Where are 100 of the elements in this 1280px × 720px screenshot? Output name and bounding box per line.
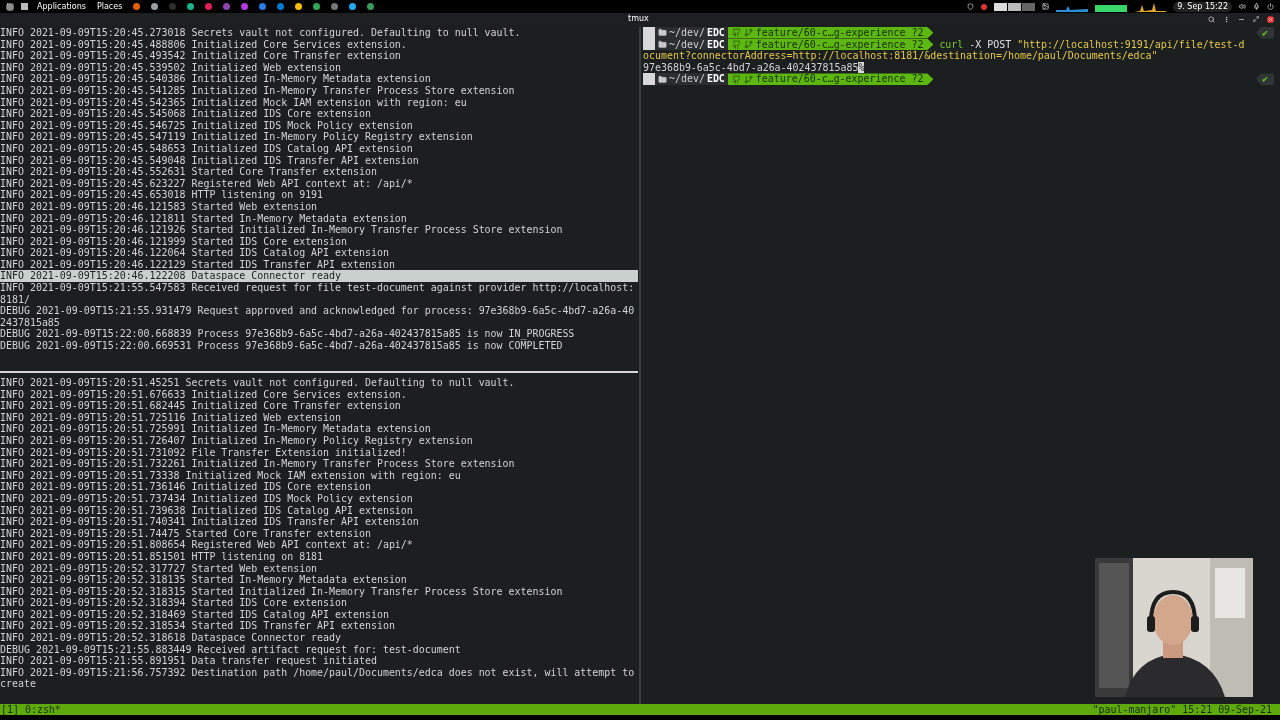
log-line: INFO 2021-09-09T15:20:45.549048 Initialized IDS Transfer API extension [0, 154, 420, 167]
log-line: INFO 2021-09-09T15:20:51.682445 Initialized Core Transfer extension [0, 400, 402, 412]
log-line: INFO 2021-09-09T15:20:51.732261 Initialized In-Memory Transfer Process Store extension [0, 458, 516, 470]
app-grid-icon[interactable] [6, 2, 14, 11]
window-list: [1] 0:zsh* [1, 703, 61, 716]
app-icon[interactable] [151, 3, 159, 10]
exit-status-segment: ✔ [1256, 73, 1274, 85]
git-branch-segment: feature/60-c…g-experience ?2 [727, 38, 934, 51]
log-line: INFO 2021-09-09T15:20:51.726407 Initialized In-Memory Policy Registry extension [0, 434, 474, 447]
log-line: INFO 2021-09-09T15:20:46.122064 Started IDS Catalog API extension [0, 247, 390, 259]
directory-segment: ~/dev/ EDC [655, 73, 728, 85]
branch-icon [743, 39, 753, 49]
microphone-icon[interactable] [1253, 3, 1260, 10]
log-line: INFO 2021-09-09T15:20:51.736146 Initialized IDS Core extension [0, 481, 372, 493]
log-line: INFO 2021-09-09T15:20:45.552631 Started Core Transfer extension [0, 166, 378, 178]
log-line: DEBUG 2021-09-09T15:21:55.931479 Request approved and acknowledged for process: 97e368b9-6a5c-4bd7-a26a-402437815a85 [0, 305, 636, 329]
branch-icon [743, 74, 753, 84]
maximize-icon[interactable] [1253, 16, 1259, 22]
log-line: INFO 2021-09-09T15:20:51.676633 Initialized Core Services extension. [0, 388, 408, 401]
app-icon[interactable] [187, 3, 195, 10]
prompt-status-segment [643, 27, 655, 39]
log-line: INFO 2021-09-09T15:20:45.653018 HTTP listening on 9191 [0, 189, 325, 201]
log-line: INFO 2021-09-09T15:20:51.739638 Initialized IDS Catalog API extension [0, 504, 414, 517]
github-icon [731, 74, 741, 84]
log-line: INFO 2021-09-09T15:20:51.808654 Registered Web API context at: /api/* [0, 539, 414, 551]
log-line: INFO 2021-09-09T15:20:51.731092 File Transfer Extension initialized! [0, 446, 408, 459]
log-line: INFO 2021-09-09T15:20:45.273018 Secrets vault not configured. Defaulting to null vault. [0, 27, 522, 39]
search-icon[interactable] [1208, 15, 1215, 23]
log-line: DEBUG 2021-09-09T15:22:00.668839 Process 97e368b9-6a5c-4bd7-a26a-402437815a85 is now IN_PROGRESS [0, 328, 576, 341]
log-line: INFO 2021-09-09T15:21:56.757392 Destination path /home/paul/Documents/edca does not exist, will attempt to create [0, 666, 636, 691]
panel-menu[interactable]: Applications [35, 1, 88, 12]
log-line: INFO 2021-09-09T15:20:52.318469 Started IDS Catalog API extension [0, 608, 389, 621]
app-icon[interactable] [313, 3, 321, 10]
workspace-thumbnail[interactable] [1008, 2, 1022, 11]
log-line: INFO 2021-09-09T15:20:52.318534 Started IDS Transfer API extension [0, 620, 396, 633]
app-icon[interactable] [367, 3, 375, 10]
volume-icon[interactable] [1239, 3, 1246, 10]
folder-icon [658, 28, 667, 38]
host-time: "paul-manjaro" 15:21 09-Sep-21 [1092, 703, 1272, 716]
log-line: DEBUG 2021-09-09T15:21:55.883449 Received artifact request for: test-document [0, 643, 462, 656]
github-icon [731, 39, 741, 49]
app-icon[interactable] [133, 3, 141, 10]
command-arguments: -X POST [968, 38, 1012, 50]
tray-icon[interactable] [981, 3, 988, 10]
clock[interactable]: 9. Sep 15:22 [1173, 1, 1232, 12]
app-icon[interactable] [349, 3, 357, 10]
log-line: INFO 2021-09-09T15:20:45.488806 Initialized Core Services extension. [0, 38, 408, 51]
log-line: INFO 2021-09-09T15:20:51.851501 HTTP listening on 8181 [0, 550, 325, 563]
directory-segment: ~/dev/ EDC [655, 27, 728, 39]
log-line: INFO 2021-09-09T15:20:51.740341 Initialized IDS Transfer API extension [0, 516, 420, 528]
log-line: INFO 2021-09-09T15:20:51.725116 Initialized Web extension [0, 411, 343, 424]
branch-icon [743, 28, 753, 38]
workspace-thumbnail[interactable] [1022, 2, 1036, 11]
log-line: INFO 2021-09-09T15:20:45.493542 Initialized Core Transfer extension [0, 50, 402, 62]
exit-status-segment: ✔ [1256, 27, 1274, 39]
log-line: INFO 2021-09-09T15:20:45.539502 Initialized Web extension [0, 61, 343, 74]
window-title: tmux [628, 14, 649, 24]
log-line: INFO 2021-09-09T15:20:45.623227 Registered Web API context at: /api/* [0, 177, 414, 190]
log-line: INFO 2021-09-09T15:20:52.318315 Started Initialized In-Memory Transfer Process Store extension [0, 585, 564, 598]
log-line: INFO 2021-09-09T15:20:52.318618 Dataspace Connector ready [0, 632, 343, 644]
log-line: INFO 2021-09-09T15:20:46.121583 Started Web extension [0, 200, 319, 213]
folder-icon [658, 39, 667, 49]
log-line: DEBUG 2021-09-09T15:22:00.669531 Process 97e368b9-6a5c-4bd7-a26a-402437815a85 is now COMPLETED [0, 340, 564, 352]
log-line: INFO 2021-09-09T15:20:46.121999 Started IDS Core extension [0, 235, 348, 248]
image-icon[interactable] [1042, 3, 1050, 10]
log-line: INFO 2021-09-09T15:20:45.542365 Initialized Mock IAM extension with region: eu [0, 96, 468, 109]
url-string: ocument?connectorAddress=http://localhost:8181/&destination=/home/paul/Documents/edca" [643, 50, 1159, 62]
log-line: INFO 2021-09-09T15:20:45.547119 Initialized In-Memory Policy Registry extension [0, 131, 474, 143]
cursor-mark: % [858, 61, 865, 74]
log-line: INFO 2021-09-09T15:20:51.74475 Started Core Transfer extension [0, 527, 372, 540]
log-line: INFO 2021-09-09T15:20:51.73338 Initialized Mock IAM extension with region: eu [0, 469, 462, 482]
log-line: INFO 2021-09-09T15:20:51.45251 Secrets vault not configured. Defaulting to null vault. [0, 377, 516, 389]
log-line: INFO 2021-09-09T15:20:46.121811 Started In-Memory Metadata extension [0, 212, 408, 225]
log-line: INFO 2021-09-09T15:20:45.548653 Initialized IDS Catalog API extension [0, 142, 414, 155]
log-line: INFO 2021-09-09T15:20:52.318394 Started IDS Core extension [0, 597, 348, 609]
log-line: INFO 2021-09-09T15:20:51.737434 Initialized IDS Mock Policy extension [0, 492, 414, 505]
app-icon[interactable] [259, 3, 267, 10]
log-line: INFO 2021-09-09T15:20:45.546725 Initialized IDS Mock Policy extension [0, 119, 414, 132]
log-line: INFO 2021-09-09T15:21:55.547583 Received request for file test-document against provider http://localhost:8181/ [0, 282, 636, 306]
git-branch-segment: feature/60-c…g-experience ?2 [727, 73, 934, 85]
log-line: INFO 2021-09-09T15:20:45.540386 Initialized In-Memory Metadata extension [0, 73, 432, 85]
log-line: INFO 2021-09-09T15:20:45.541285 Initialized In-Memory Transfer Process Store extension [0, 84, 516, 97]
git-branch-segment: feature/60-c…g-experience ?2 [727, 27, 934, 39]
log-line: INFO 2021-09-09T15:20:46.122129 Started IDS Transfer API extension [0, 258, 396, 271]
github-icon [731, 28, 741, 38]
power-icon[interactable] [1267, 3, 1274, 10]
prompt-status-segment [643, 73, 655, 85]
log-line: INFO 2021-09-09T15:20:52.317727 Started Web extension [0, 562, 319, 575]
shield-icon[interactable] [967, 3, 975, 10]
folder-icon [658, 74, 667, 84]
url-string: "http://localhost:9191/api/file/test-d [1016, 38, 1245, 50]
log-line: INFO 2021-09-09T15:21:55.891951 Data transfer request initiated [0, 655, 378, 667]
log-line: INFO 2021-09-09T15:20:52.318135 Started In-Memory Metadata extension [0, 574, 408, 586]
close-icon[interactable] [1267, 15, 1274, 23]
workspace-thumbnail[interactable] [994, 2, 1008, 11]
command-text: curl [939, 38, 964, 50]
app-icon[interactable] [295, 3, 303, 10]
log-line: INFO 2021-09-09T15:20:46.121926 Started Initialized In-Memory Transfer Process Store extension [0, 224, 564, 236]
log-line: INFO 2021-09-09T15:20:45.545068 Initialized IDS Core extension [0, 108, 372, 120]
panel-menu[interactable]: Places [94, 1, 125, 12]
